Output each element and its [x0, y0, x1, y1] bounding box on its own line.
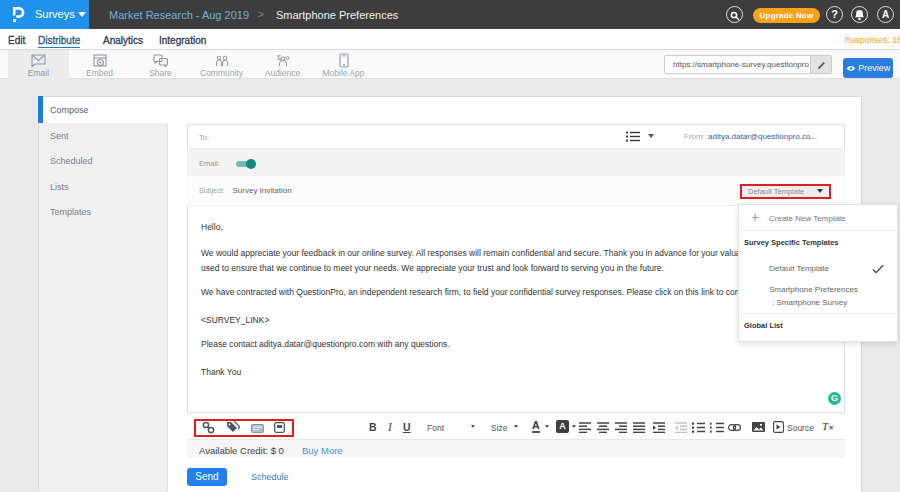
svg-text:$: $ [277, 54, 281, 61]
